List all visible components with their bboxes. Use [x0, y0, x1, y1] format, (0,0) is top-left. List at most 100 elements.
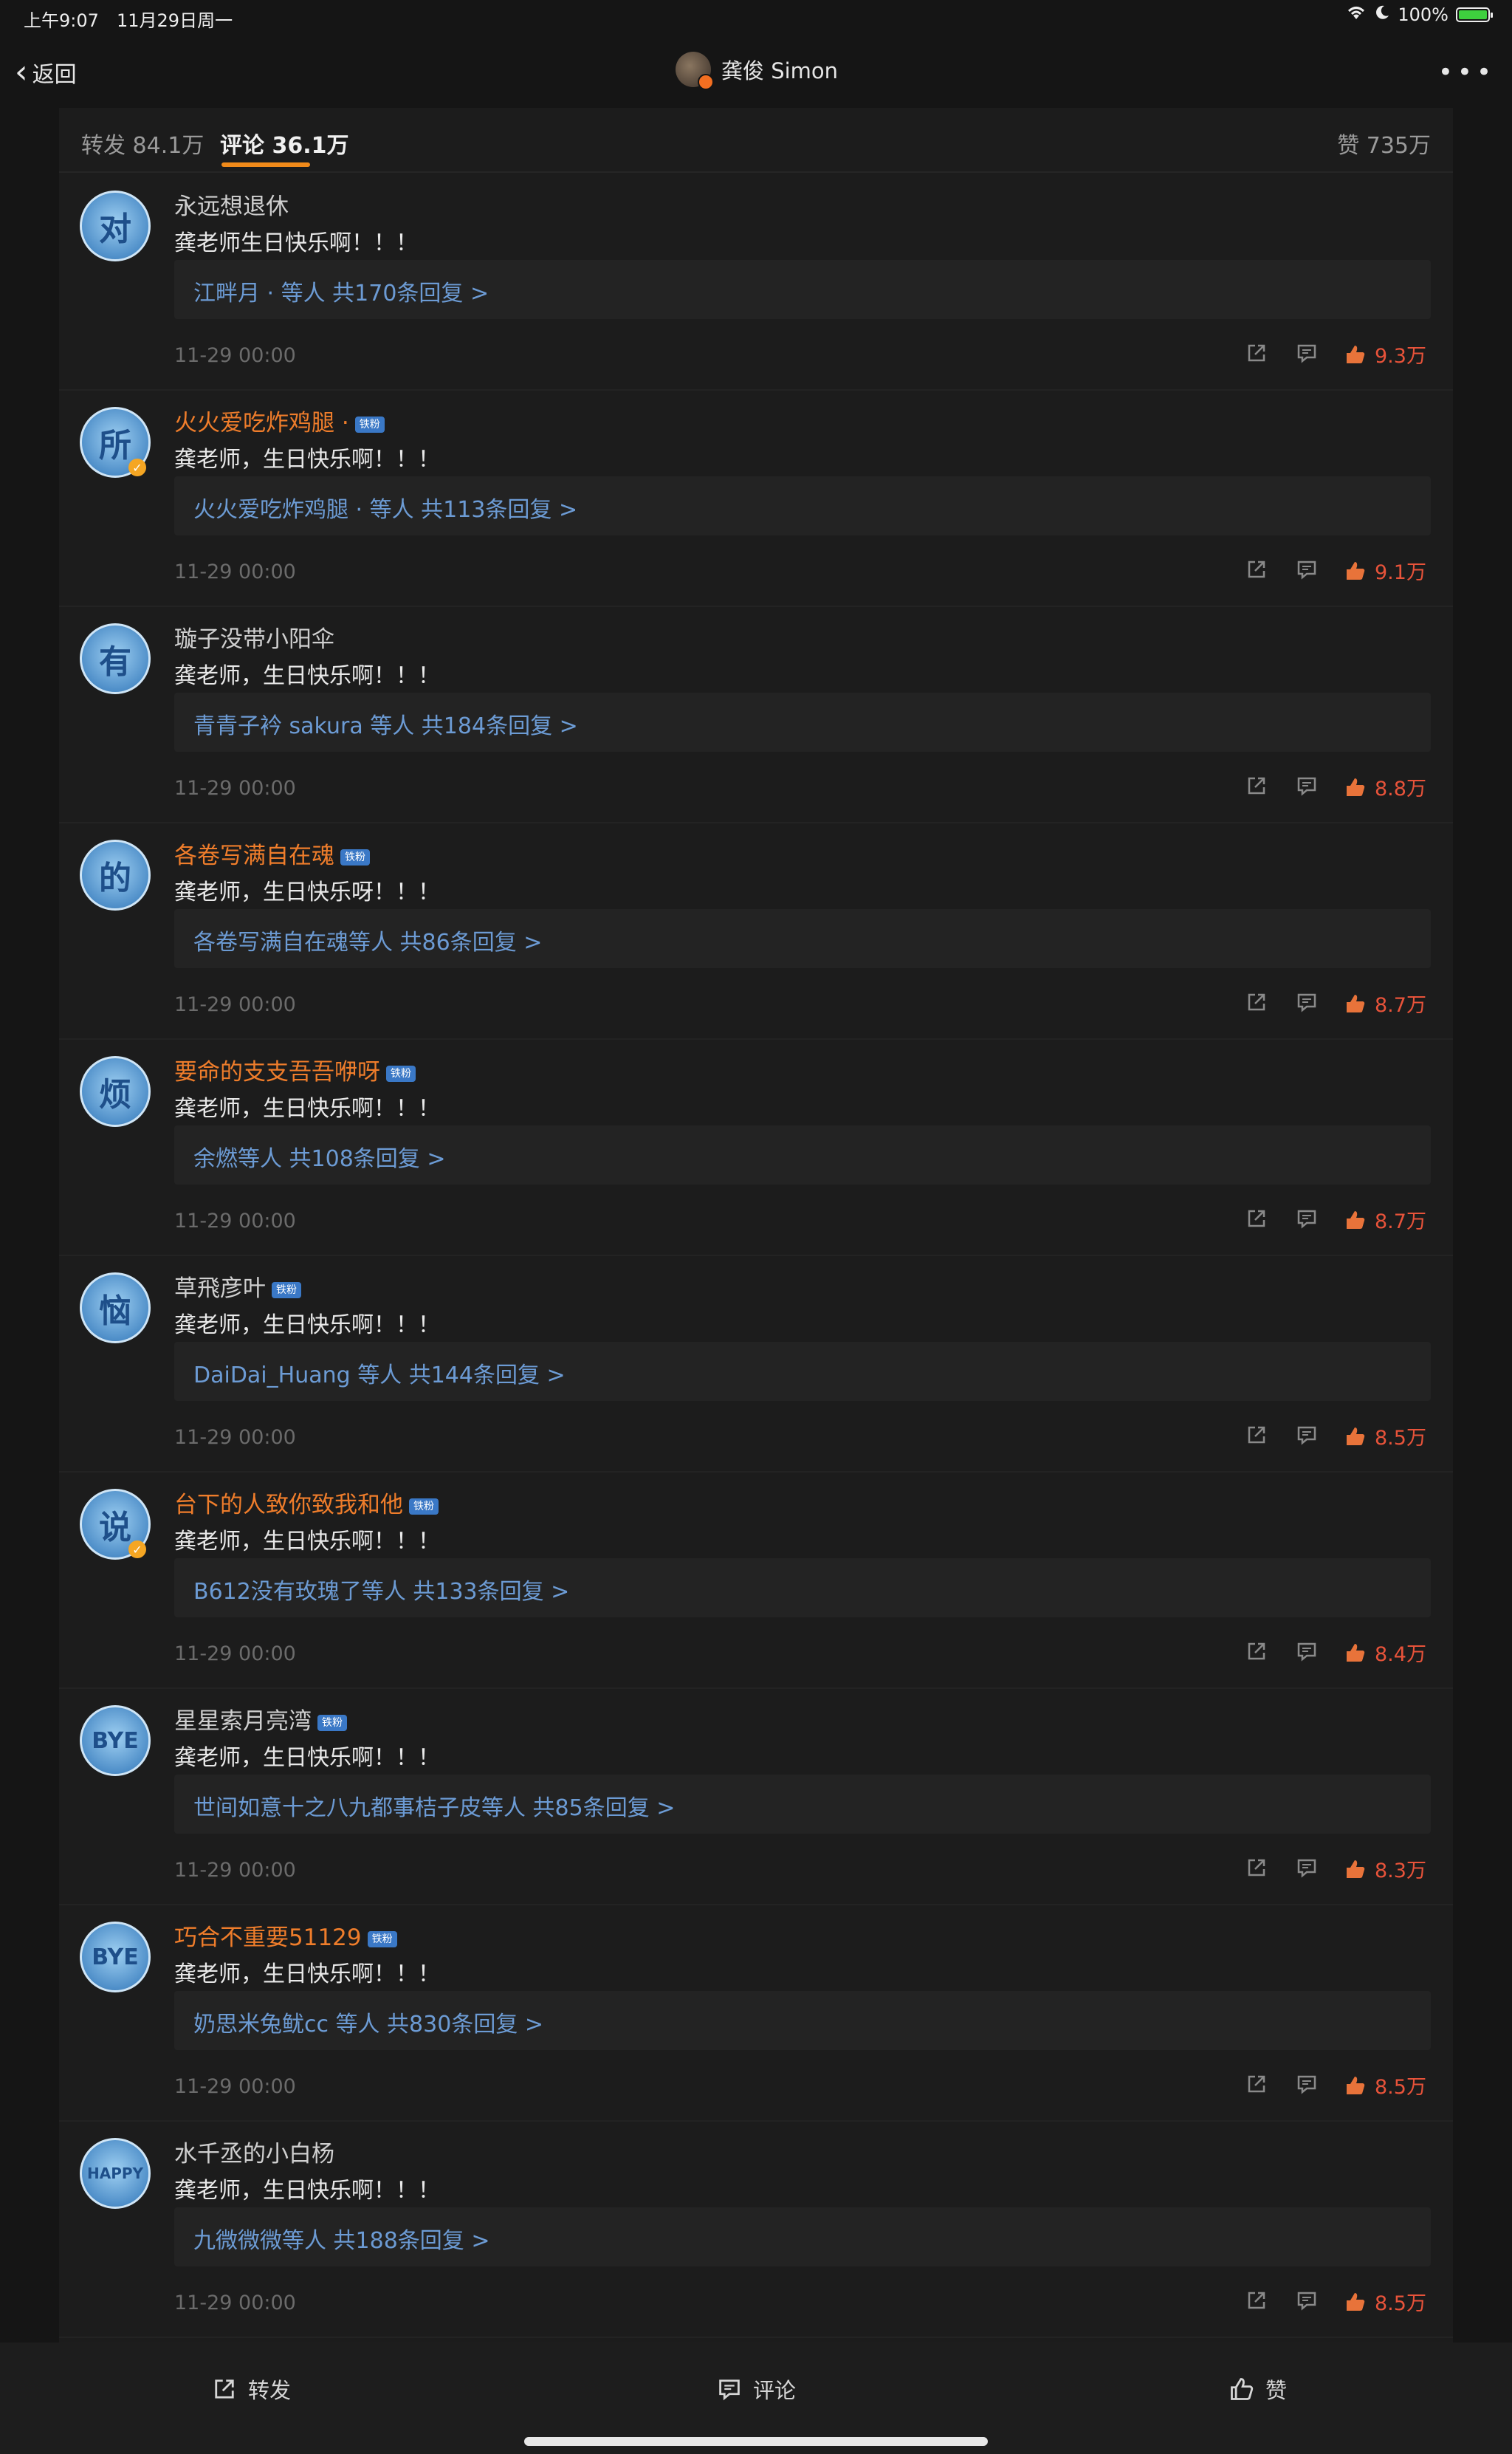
reply-icon[interactable] — [1295, 2072, 1319, 2096]
replies-link[interactable]: DaiDai_Huang 等人 共144条回复 > — [174, 1342, 1431, 1401]
more-options-icon[interactable]: ••• — [1438, 58, 1496, 87]
tab-repost[interactable]: 转发 84.1万 — [81, 127, 204, 160]
like-toggle[interactable]: 9.3万 — [1344, 340, 1426, 369]
avatar[interactable]: 恼 — [80, 1272, 151, 1343]
reply-icon[interactable] — [1295, 1423, 1319, 1447]
replies-link[interactable]: 奶思米兔鱿cc 等人 共830条回复 > — [174, 1991, 1431, 2050]
share-icon[interactable] — [1245, 1856, 1268, 1879]
replies-link[interactable]: 青青子衿 sakura 等人 共184条回复 > — [174, 693, 1431, 752]
like-toggle[interactable]: 8.3万 — [1344, 1854, 1426, 1883]
username[interactable]: 火火爱吃炸鸡腿 · 铁粉 — [174, 404, 385, 437]
replies-link[interactable]: 九微微微等人 共188条回复 > — [174, 2207, 1431, 2266]
reply-icon[interactable] — [1295, 774, 1319, 798]
avatar[interactable]: 的 — [80, 840, 151, 911]
username[interactable]: 台下的人致你致我和他 铁粉 — [174, 1486, 439, 1519]
replies-link[interactable]: 各卷写满自在魂等人 共86条回复 > — [174, 909, 1431, 968]
like-toggle[interactable]: 8.7万 — [1344, 1205, 1426, 1234]
avatar[interactable]: BYE — [80, 1922, 151, 1992]
avatar[interactable]: 对 — [80, 191, 151, 261]
comment-time: 11-29 00:00 — [174, 1859, 296, 1882]
back-button[interactable]: ‹ 返回 — [15, 56, 77, 89]
home-indicator[interactable] — [524, 2437, 988, 2446]
username[interactable]: 草飛彦叶 铁粉 — [174, 1269, 301, 1303]
like-count: 8.7万 — [1375, 994, 1426, 1017]
replies-link[interactable]: 江畔月 · 等人 共170条回复 > — [174, 260, 1431, 319]
tab-bar: 转发 84.1万 评论 36.1万 赞 735万 — [59, 108, 1453, 173]
avatar[interactable]: 烦 — [80, 1056, 151, 1127]
comment-item[interactable]: 说 ✓ 台下的人致你致我和他 铁粉 龚老师，生日快乐啊！！！ B612没有玫瑰了等人 共1… — [59, 1471, 1453, 1689]
share-icon[interactable] — [1245, 774, 1268, 798]
page-title[interactable]: 龚俊 Simon — [676, 52, 838, 90]
moon-icon — [1374, 4, 1390, 25]
username-text: 各卷写满自在魂 — [174, 843, 334, 869]
reply-icon[interactable] — [1295, 1856, 1319, 1879]
like-count: 8.5万 — [1375, 1427, 1426, 1450]
tab-comments[interactable]: 评论 36.1万 — [220, 127, 348, 160]
username[interactable]: 璇子没带小阳伞 — [174, 620, 334, 654]
replies-link[interactable]: 火火爱吃炸鸡腿 · 等人 共113条回复 > — [174, 476, 1431, 535]
comment-text: 龚老师，生日快乐呀！！！ — [174, 880, 440, 905]
comment-item[interactable]: BYE 星星索月亮湾 铁粉 龚老师，生日快乐啊！！！ 世间如意十之八九都事桔子皮等人 共… — [59, 1687, 1453, 1905]
reply-icon[interactable] — [1295, 341, 1319, 365]
like-button[interactable]: 赞 — [1228, 2374, 1287, 2405]
like-toggle[interactable]: 8.4万 — [1344, 1638, 1426, 1667]
comment-item[interactable]: 恼草飛彦叶 铁粉 龚老师，生日快乐啊！！！ DaiDai_Huang 等人 共144条… — [59, 1255, 1453, 1473]
thumbs-up-icon — [1347, 345, 1365, 363]
comment-button[interactable]: 评论 — [716, 2374, 796, 2405]
share-icon[interactable] — [1245, 1423, 1268, 1447]
username-text: 草飛彦叶 — [174, 1275, 266, 1302]
tab-likes[interactable]: 赞 735万 — [1337, 127, 1431, 160]
share-icon[interactable] — [1245, 990, 1268, 1014]
avatar[interactable]: 有 — [80, 623, 151, 694]
reply-icon[interactable] — [1295, 1639, 1319, 1663]
comment-icon — [719, 2379, 740, 2401]
comment-item[interactable]: BYE 巧合不重要51129 铁粉 龚老师，生日快乐啊！！！ 奶思米兔鱿cc 等人 共8… — [59, 1904, 1453, 2122]
comment-time: 11-29 00:00 — [174, 344, 296, 367]
like-count: 8.5万 — [1375, 2076, 1426, 2099]
thumbs-up-icon — [1347, 1643, 1365, 1662]
reply-icon[interactable] — [1295, 1207, 1319, 1230]
thumbs-up-icon — [1347, 2076, 1365, 2094]
comment-item[interactable]: 对永远想退休 龚老师生日快乐啊！！！ 江畔月 · 等人 共170条回复 > 11-29… — [59, 173, 1453, 391]
comment-item[interactable]: 有璇子没带小阳伞 龚老师，生日快乐啊！！！ 青青子衿 sakura 等人 共184条… — [59, 606, 1453, 823]
like-count: 8.5万 — [1375, 2292, 1426, 2315]
replies-link[interactable]: 余燃等人 共108条回复 > — [174, 1125, 1431, 1185]
comment-item[interactable]: 烦要命的支支吾吾咿呀 铁粉 龚老师，生日快乐啊！！！ 余燃等人 共108条回复 > 11… — [59, 1038, 1453, 1256]
username[interactable]: 水千丞的小白杨 — [174, 2135, 334, 2168]
reply-icon[interactable] — [1295, 990, 1319, 1014]
thumbs-up-icon — [1347, 1427, 1365, 1445]
username[interactable]: 巧合不重要51129 铁粉 — [174, 1919, 397, 1952]
share-icon[interactable] — [1245, 1639, 1268, 1663]
like-toggle[interactable]: 9.1万 — [1344, 556, 1426, 585]
replies-link[interactable]: 世间如意十之八九都事桔子皮等人 共85条回复 > — [174, 1775, 1431, 1834]
like-toggle[interactable]: 8.7万 — [1344, 989, 1426, 1018]
share-icon[interactable] — [1245, 2289, 1268, 2312]
share-icon[interactable] — [1245, 558, 1268, 581]
username[interactable]: 星星索月亮湾 铁粉 — [174, 1702, 347, 1735]
share-icon[interactable] — [1245, 341, 1268, 365]
share-icon[interactable] — [1245, 2072, 1268, 2096]
share-icon[interactable] — [1245, 1207, 1268, 1230]
username[interactable]: 永远想退休 — [174, 188, 289, 221]
thumbs-up-icon — [1347, 2292, 1365, 2311]
comment-item[interactable]: 的各卷写满自在魂 铁粉龚老师，生日快乐呀！！！ 各卷写满自在魂等人 共86条回复 >… — [59, 822, 1453, 1040]
replies-text: DaiDai_Huang 等人 共144条回复 > — [193, 1363, 566, 1388]
reply-icon[interactable] — [1295, 558, 1319, 581]
avatar[interactable]: HAPPY — [80, 2138, 151, 2209]
like-count: 8.4万 — [1375, 1643, 1426, 1666]
username[interactable]: 要命的支支吾吾咿呀 铁粉 — [174, 1053, 416, 1086]
like-toggle[interactable]: 8.5万 — [1344, 1422, 1426, 1450]
like-toggle[interactable]: 8.5万 — [1344, 2287, 1426, 2316]
like-toggle[interactable]: 8.8万 — [1344, 772, 1426, 801]
replies-link[interactable]: B612没有玫瑰了等人 共133条回复 > — [174, 1558, 1431, 1617]
repost-button[interactable]: 转发 — [211, 2374, 291, 2405]
status-indicators: 100% — [1346, 4, 1493, 25]
avatar[interactable]: BYE — [80, 1705, 151, 1776]
username-text: 台下的人致你致我和他 — [174, 1492, 403, 1518]
chevron-left-icon: ‹ — [15, 53, 28, 91]
comment-item[interactable]: 所 ✓ 火火爱吃炸鸡腿 · 铁粉 龚老师，生日快乐啊！！！ 火火爱吃炸鸡腿 · 等人 共1… — [59, 389, 1453, 607]
comment-item[interactable]: HAPPY 水千丞的小白杨 龚老师，生日快乐啊！！！ 九微微微等人 共188条回复 >… — [59, 2120, 1453, 2338]
username[interactable]: 各卷写满自在魂 铁粉 — [174, 837, 370, 870]
reply-icon[interactable] — [1295, 2289, 1319, 2312]
like-toggle[interactable]: 8.5万 — [1344, 2071, 1426, 2100]
